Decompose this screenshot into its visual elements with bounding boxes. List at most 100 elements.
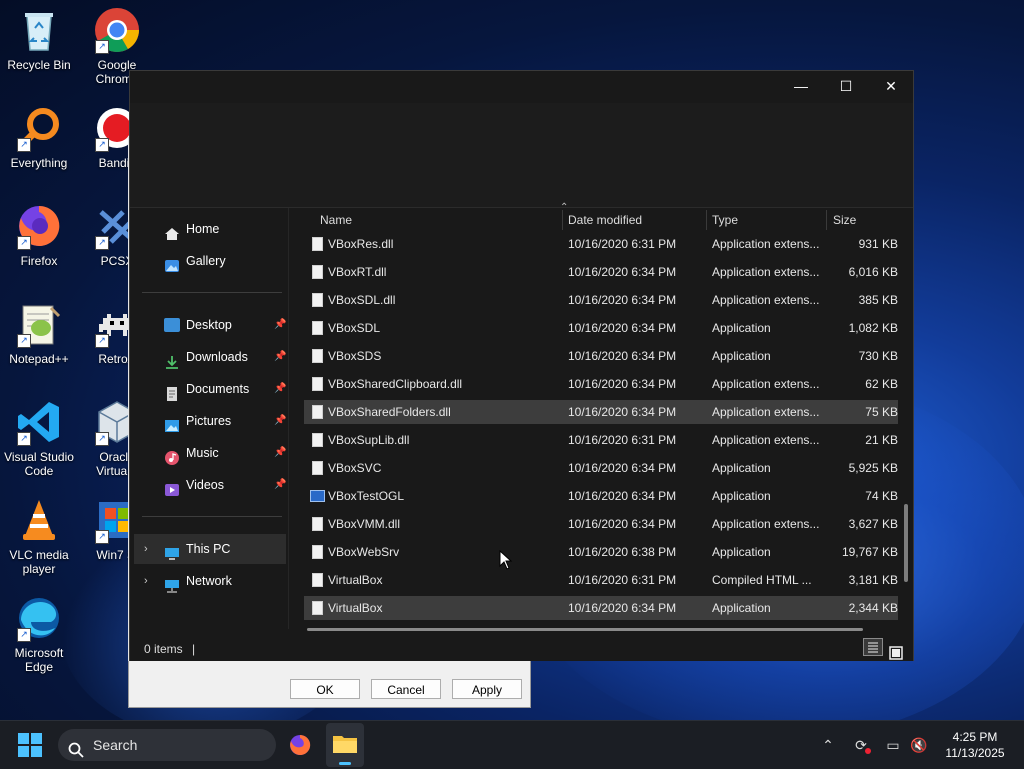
file-row[interactable]: VBoxTestOGL 10/16/2020 6:34 PM Application…: [304, 484, 898, 508]
ok-button[interactable]: OK: [290, 679, 360, 699]
file-row[interactable]: VirtualBox 10/16/2020 6:34 PM Application 2…: [304, 596, 898, 620]
file-date: 10/16/2020 6:31 PM: [568, 237, 677, 251]
file-date: 10/16/2020 6:34 PM: [568, 601, 677, 615]
nav-separator: [142, 516, 282, 517]
pin-icon[interactable]: 📌: [274, 310, 286, 340]
volume-muted-icon[interactable]: 🔇: [909, 735, 929, 755]
file-name: VirtualBox: [328, 573, 383, 587]
apply-button[interactable]: Apply: [452, 679, 522, 699]
file-icon: [312, 349, 323, 363]
taskbar-firefox-icon[interactable]: [288, 733, 312, 757]
file-date: 10/16/2020 6:34 PM: [568, 321, 677, 335]
file-name: VBoxSDL.dll: [328, 293, 396, 307]
file-icon: [312, 321, 323, 335]
desktop-icon-vscode[interactable]: ↗ Visual Studio Code: [0, 398, 78, 478]
file-row[interactable]: VBoxVMM.dll 10/16/2020 6:34 PM Application…: [304, 512, 898, 536]
vertical-scrollbar[interactable]: [904, 504, 908, 582]
file-row[interactable]: VBoxSDS 10/16/2020 6:34 PM Application 730 …: [304, 344, 898, 368]
file-row[interactable]: VBoxSharedClipboard.dll 10/16/2020 6:34 P…: [304, 372, 898, 396]
shortcut-arrow-icon: ↗: [17, 236, 31, 250]
nav-item-documents[interactable]: Documents 📌: [134, 374, 286, 404]
taskbar-file-explorer-icon[interactable]: [326, 723, 364, 767]
nav-item-downloads[interactable]: Downloads 📌: [134, 342, 286, 372]
display-icon[interactable]: ▭: [883, 735, 903, 755]
nav-label: Documents: [186, 382, 250, 396]
horizontal-scrollbar[interactable]: [307, 628, 863, 631]
column-divider[interactable]: [826, 210, 827, 230]
column-divider[interactable]: [706, 210, 707, 230]
file-type: Application: [712, 461, 771, 475]
nav-item-home[interactable]: Home: [134, 214, 284, 244]
file-date: 10/16/2020 6:31 PM: [568, 433, 677, 447]
chevron-right-icon[interactable]: ›: [144, 534, 148, 564]
shortcut-arrow-icon: ↗: [95, 530, 109, 544]
close-button[interactable]: ✕: [868, 71, 914, 101]
file-name: VBoxSDL: [328, 321, 381, 335]
music-icon: [164, 446, 180, 465]
maximize-button[interactable]: ☐: [823, 71, 869, 101]
sync-icon[interactable]: ⟳: [851, 735, 871, 755]
file-row[interactable]: VBoxSVC 10/16/2020 6:34 PM Application 5,92…: [304, 456, 898, 480]
file-row[interactable]: VBoxRes.dll 10/16/2020 6:31 PM Application…: [304, 232, 898, 256]
details-view-icon[interactable]: [863, 638, 883, 656]
desktop-icon-notepadpp[interactable]: ↗ Notepad++: [0, 300, 78, 366]
file-type: Application extens...: [712, 293, 820, 307]
nav-label: Gallery: [186, 254, 226, 268]
nav-item-pictures[interactable]: Pictures 📌: [134, 406, 286, 436]
pin-icon[interactable]: 📌: [274, 438, 286, 468]
clock[interactable]: 4:25 PM 11/13/2025: [935, 729, 1015, 761]
pin-icon[interactable]: 📌: [274, 342, 286, 372]
file-icon: [312, 573, 323, 587]
search-placeholder: Search: [93, 737, 138, 753]
file-row[interactable]: VBoxSupLib.dll 10/16/2020 6:31 PM Applicat…: [304, 428, 898, 452]
pin-icon[interactable]: 📌: [274, 406, 286, 436]
file-row[interactable]: VBoxSDL.dll 10/16/2020 6:34 PM Application…: [304, 288, 898, 312]
pin-icon[interactable]: 📌: [274, 374, 286, 404]
file-row[interactable]: VirtualBox 10/16/2020 6:31 PM Compiled HTM…: [304, 568, 898, 592]
shortcut-arrow-icon: ↗: [95, 432, 109, 446]
file-type: Application: [712, 321, 771, 335]
chevron-right-icon[interactable]: ›: [144, 566, 148, 596]
nav-item-desktop[interactable]: Desktop 📌: [134, 310, 286, 340]
recycle-bin-icon: [15, 6, 63, 54]
file-size: 74 KB: [865, 489, 898, 503]
file-row[interactable]: VBoxSDL 10/16/2020 6:34 PM Application 1,08…: [304, 316, 898, 340]
tiles-view-icon[interactable]: [887, 638, 905, 660]
column-divider[interactable]: [562, 210, 563, 230]
file-size: 75 KB: [865, 405, 898, 419]
title-bar[interactable]: — ☐ ✕: [130, 71, 913, 103]
file-size: 21 KB: [865, 433, 898, 447]
cancel-button[interactable]: Cancel: [371, 679, 441, 699]
file-date: 10/16/2020 6:34 PM: [568, 405, 677, 419]
file-name: VirtualBox: [328, 601, 383, 615]
pane-splitter[interactable]: [288, 208, 289, 630]
desktop-icon-edge[interactable]: ↗ Microsoft Edge: [0, 594, 78, 674]
desktop-icon-firefox[interactable]: ↗ Firefox: [0, 202, 78, 268]
desktop-icon-vlc[interactable]: VLC media player: [0, 496, 78, 576]
nav-item-videos[interactable]: Videos 📌: [134, 470, 286, 500]
file-type: Compiled HTML ...: [712, 573, 812, 587]
file-type: Application extens...: [712, 405, 820, 419]
shortcut-arrow-icon: ↗: [95, 334, 109, 348]
nav-label: Videos: [186, 478, 224, 492]
file-row[interactable]: VBoxSharedFolders.dll 10/16/2020 6:34 PM A…: [304, 400, 898, 424]
minimize-button[interactable]: —: [778, 71, 824, 101]
taskbar: Search ⌃ ⟳ ▭ 🔇 4:25 PM 11/13/2025: [0, 720, 1024, 769]
desktop-icon-everything[interactable]: ↗ Everything: [0, 104, 78, 170]
shortcut-arrow-icon: ↗: [95, 236, 109, 250]
nav-item-network[interactable]: › Network: [134, 566, 284, 596]
file-row[interactable]: VBoxRT.dll 10/16/2020 6:34 PM Application …: [304, 260, 898, 284]
file-name: VBoxRes.dll: [328, 237, 394, 251]
desktop-icon-recycle-bin[interactable]: Recycle Bin: [0, 6, 78, 72]
chevron-up-icon[interactable]: ⌃: [818, 735, 838, 755]
taskbar-search-box[interactable]: Search: [58, 729, 276, 761]
file-type: Application: [712, 601, 771, 615]
nav-item-this-pc[interactable]: › This PC: [134, 534, 286, 564]
nav-item-gallery[interactable]: Gallery: [134, 246, 284, 276]
file-icon: [312, 433, 323, 447]
start-button[interactable]: [18, 733, 42, 757]
pin-icon[interactable]: 📌: [274, 470, 286, 500]
nav-item-music[interactable]: Music 📌: [134, 438, 286, 468]
file-explorer-window: — ☐ ✕ Home Gallery Desktop 📌 Downloads 📌…: [129, 70, 914, 661]
file-row[interactable]: VBoxWebSrv 10/16/2020 6:38 PM Application 1…: [304, 540, 898, 564]
